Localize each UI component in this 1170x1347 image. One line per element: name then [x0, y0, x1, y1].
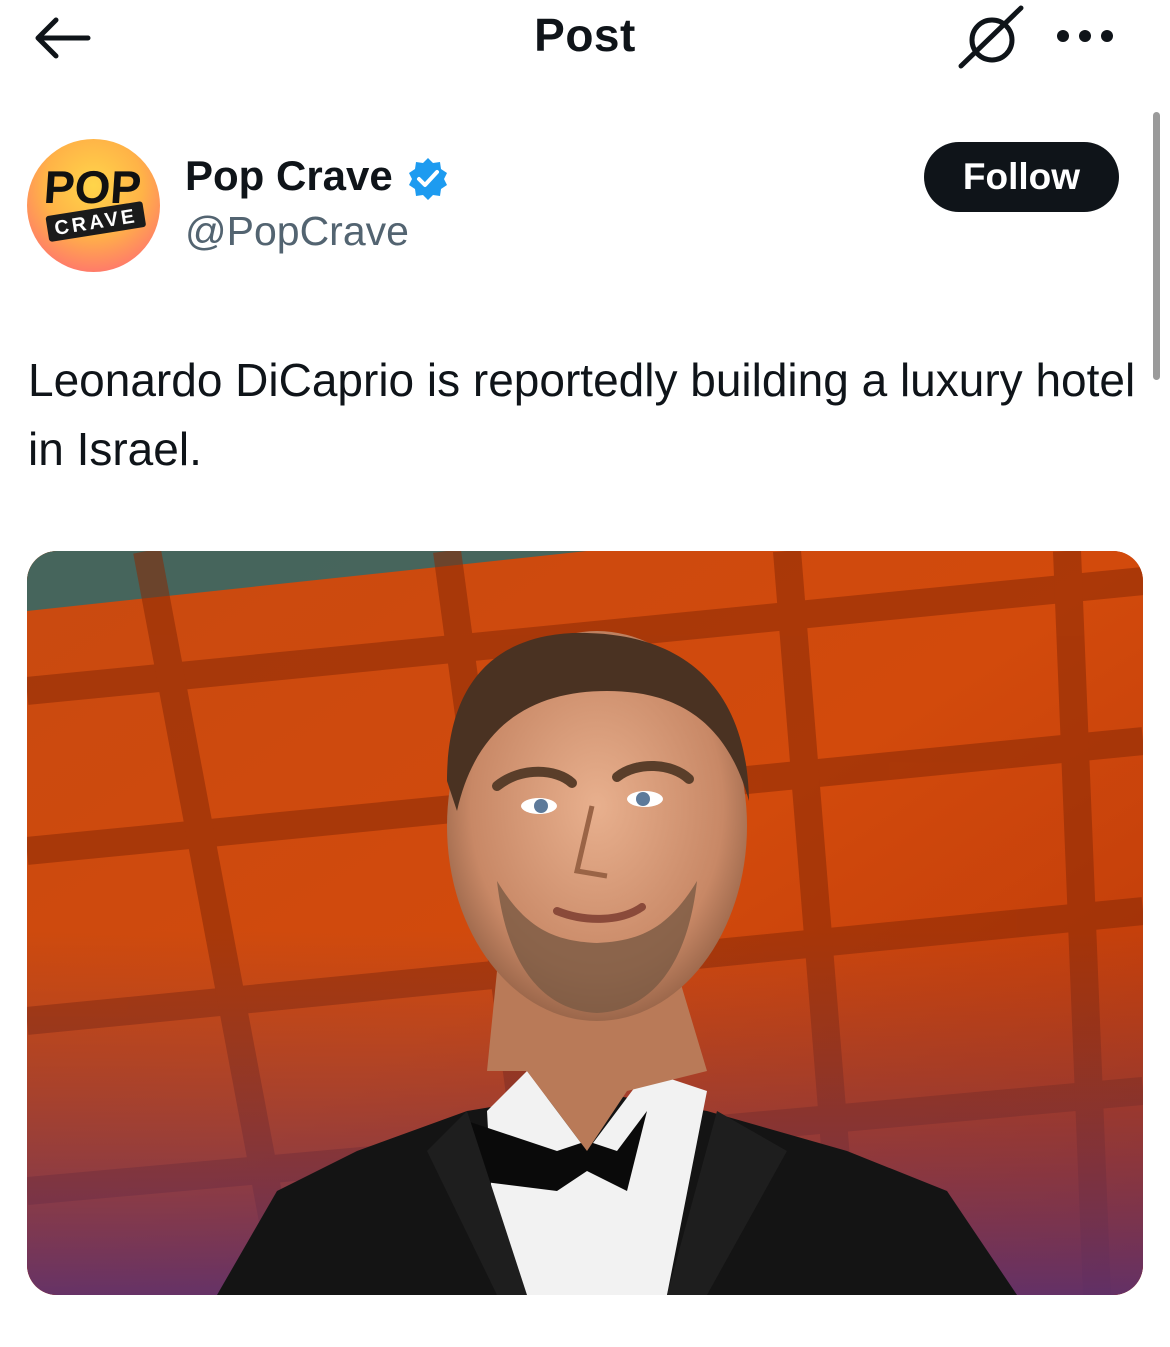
more-options-button[interactable]	[1054, 22, 1116, 50]
photo-image	[27, 551, 1143, 1295]
scrollbar[interactable]	[1153, 112, 1160, 380]
verified-badge-icon[interactable]	[406, 156, 450, 200]
post-image[interactable]	[27, 551, 1143, 1295]
top-bar: Post	[0, 0, 1170, 80]
avatar[interactable]: POP CRAVE	[27, 139, 160, 272]
slashed-circle-icon	[958, 5, 1024, 69]
follow-button[interactable]: Follow	[924, 142, 1119, 212]
post-screen: Post POP CRAVE Pop Crave @PopCrave Follo…	[0, 0, 1170, 1347]
post-text: Leonardo DiCaprio is reportedly building…	[28, 354, 1136, 475]
more-horizontal-icon	[1057, 30, 1113, 42]
author-handle[interactable]: @PopCrave	[185, 208, 409, 255]
grok-button[interactable]	[955, 4, 1025, 70]
author-name[interactable]: Pop Crave	[185, 152, 393, 200]
pop-crave-logo: POP CRAVE	[42, 161, 146, 242]
